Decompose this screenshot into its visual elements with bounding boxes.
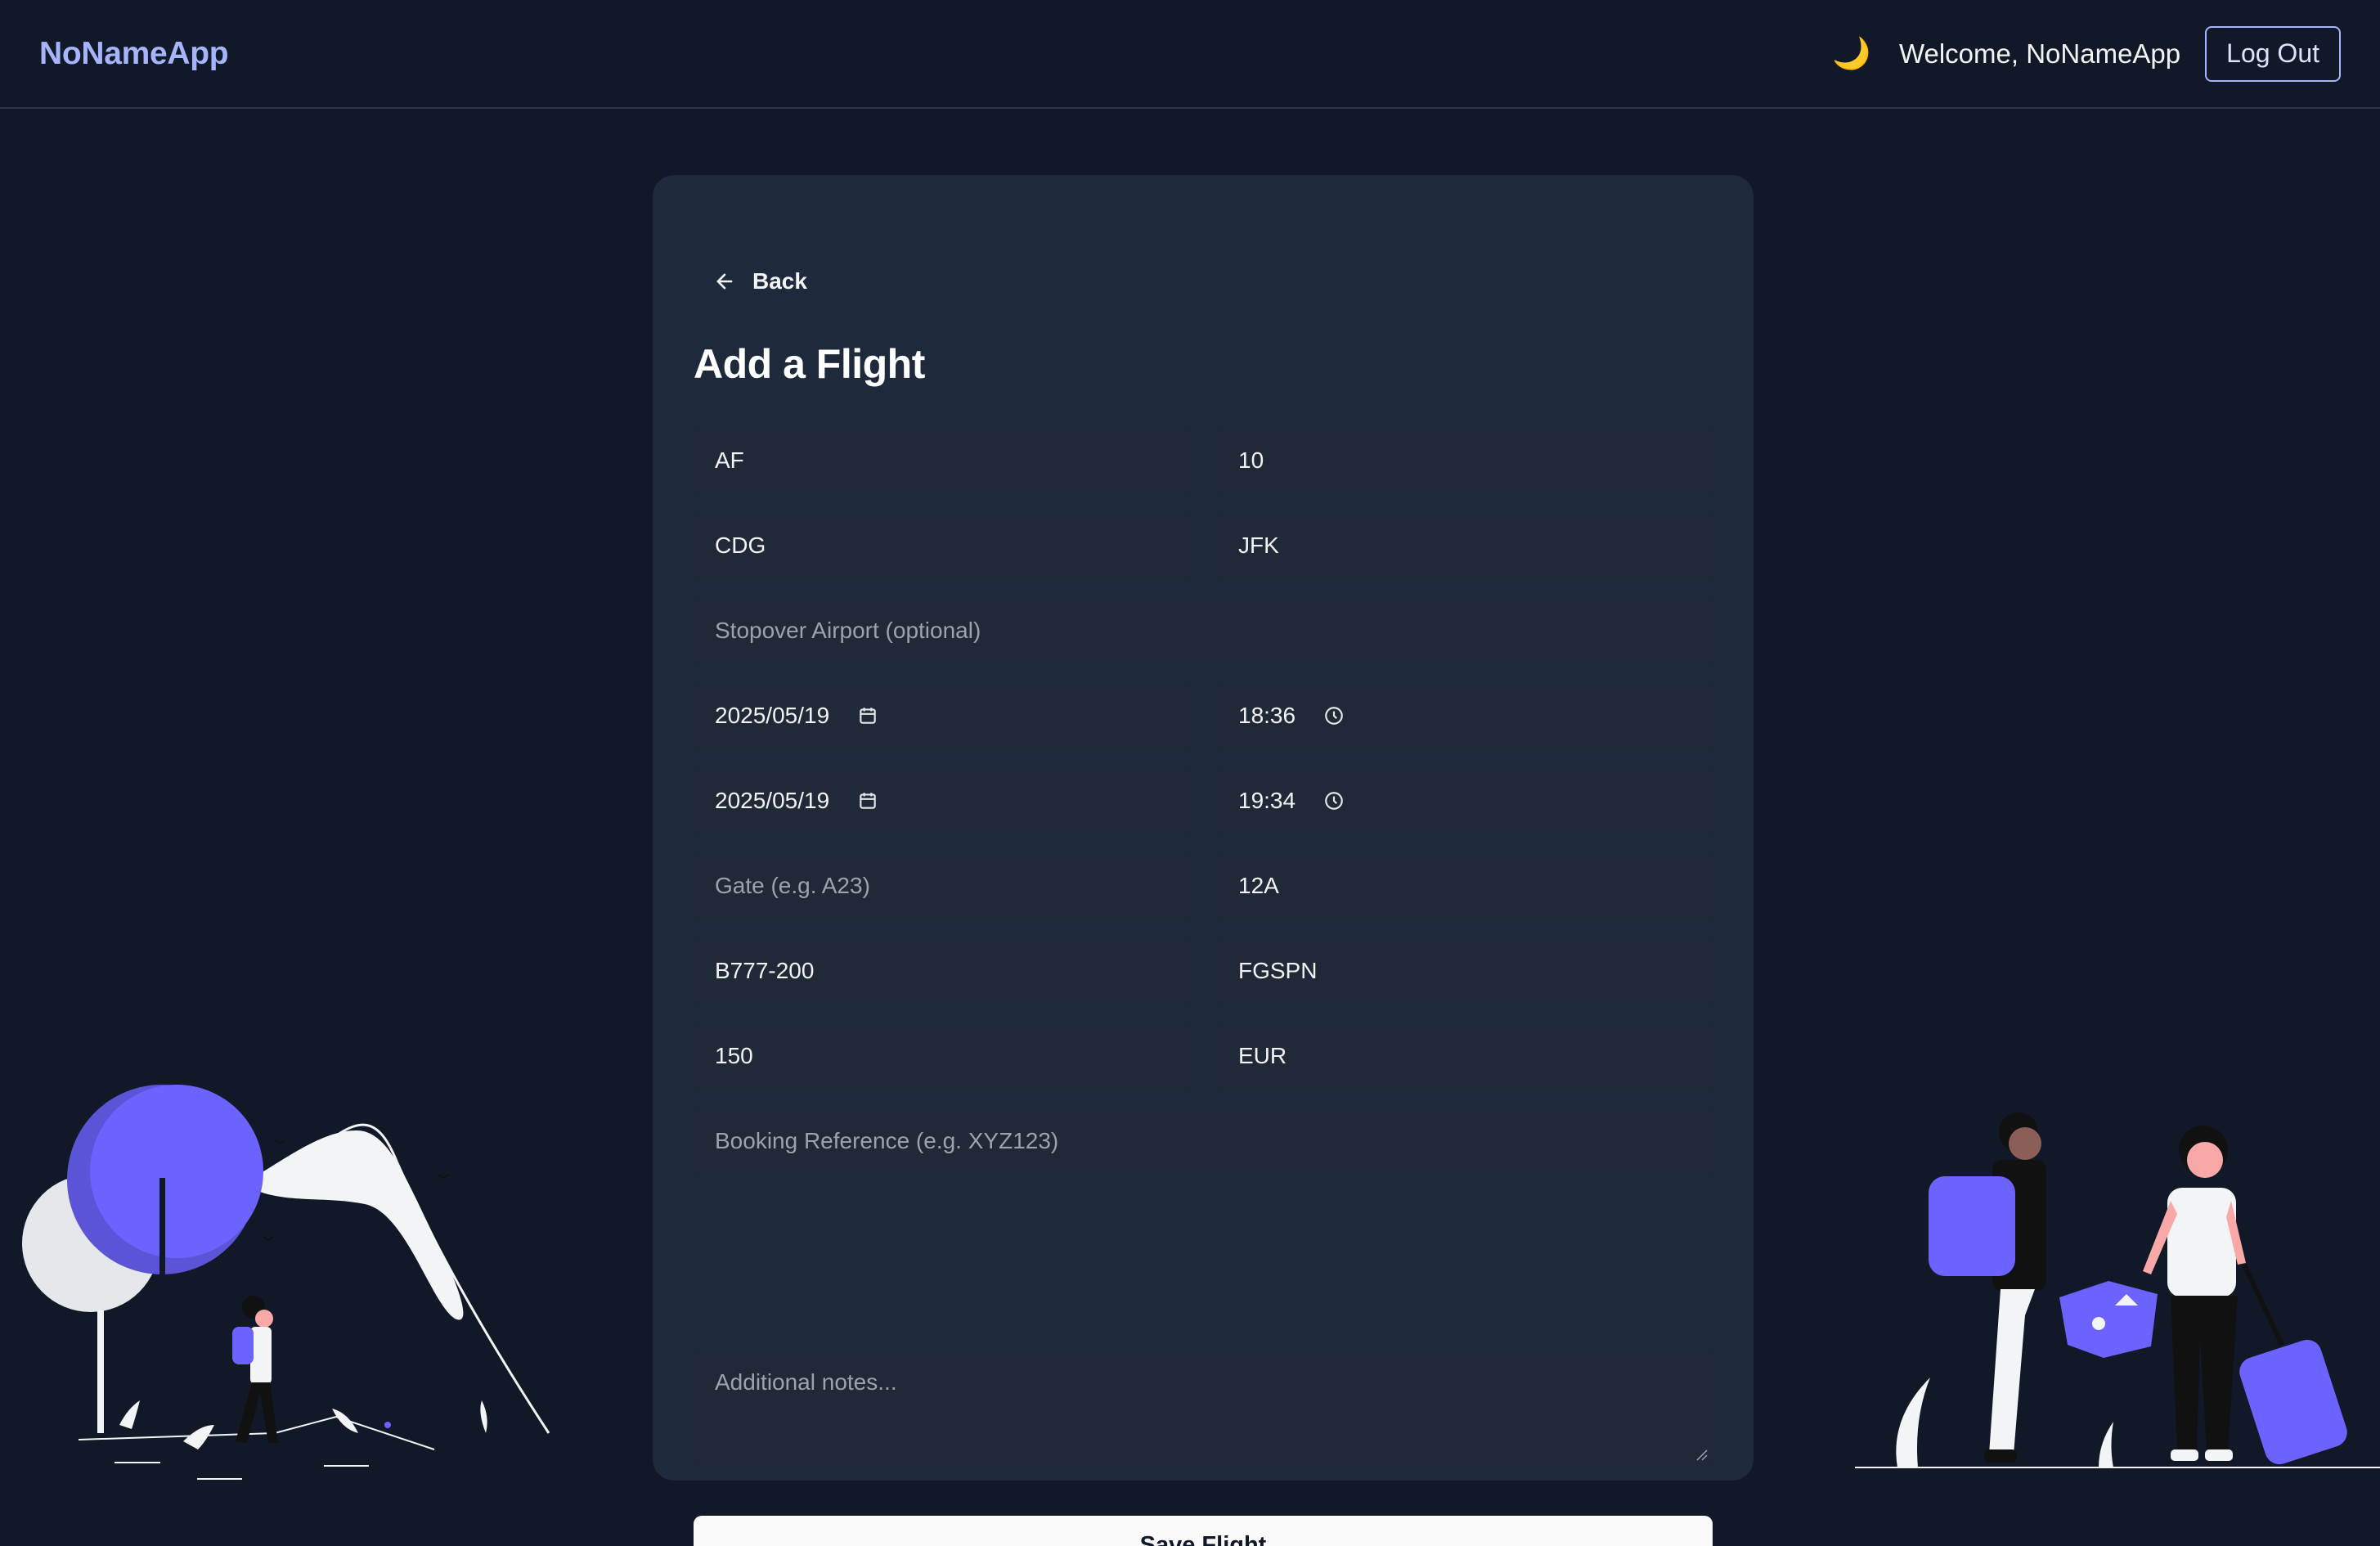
departure-airport-input[interactable]	[694, 512, 1189, 579]
woman-pants	[2171, 1296, 2238, 1453]
woman-shirt	[2167, 1188, 2236, 1297]
woman-shoe	[2205, 1449, 2233, 1461]
mountain-shape	[250, 1130, 464, 1320]
man-face	[2009, 1127, 2041, 1160]
save-flight-button[interactable]: Save Flight	[694, 1516, 1713, 1546]
clock-icon[interactable]	[1323, 790, 1345, 811]
woman-face	[2187, 1142, 2223, 1178]
arrow-left-icon	[716, 273, 733, 290]
aircraft-type-input[interactable]	[694, 937, 1189, 1004]
hiker-backpack	[232, 1327, 254, 1364]
arrival-time-input[interactable]: 19:34	[1217, 767, 1713, 834]
hiker-face	[255, 1310, 273, 1328]
woman-shoe	[2171, 1449, 2198, 1461]
bird-icon	[263, 1236, 274, 1242]
notes-textarea[interactable]	[694, 1351, 1713, 1466]
arrival-time-value: 19:34	[1238, 788, 1296, 813]
page-title: Add a Flight	[694, 341, 925, 387]
departure-time-input[interactable]: 18:36	[1217, 682, 1713, 749]
map-icon	[2059, 1281, 2158, 1358]
grass-icon	[1896, 1377, 1930, 1467]
dot-decoration	[384, 1422, 391, 1428]
booking-reference-input[interactable]	[694, 1108, 1713, 1175]
hiker-mountain-illustration	[22, 1085, 550, 1480]
price-input[interactable]	[694, 1022, 1189, 1090]
moon-icon[interactable]: 🌙	[1832, 36, 1870, 72]
resize-handle-icon[interactable]	[1695, 1448, 1708, 1461]
gate-input[interactable]	[694, 852, 1189, 919]
grey-tree-trunk	[97, 1310, 104, 1433]
travelers-illustration	[1855, 1112, 2380, 1468]
map-pin-icon	[2092, 1317, 2105, 1330]
flight-number-input[interactable]	[1217, 427, 1713, 494]
stopover-airport-input[interactable]	[694, 597, 1713, 664]
top-navbar: NoNameApp 🌙 Welcome, NoNameApp Log Out	[0, 0, 2380, 109]
arrival-date-value: 2025/05/19	[715, 788, 830, 813]
bird-icon	[438, 1174, 449, 1180]
departure-date-input[interactable]: 2025/05/19	[694, 682, 1189, 749]
back-link[interactable]: Back	[713, 268, 807, 294]
man-backpack	[1929, 1176, 2015, 1276]
calendar-icon[interactable]	[857, 790, 878, 811]
man-shoe	[1984, 1449, 2017, 1463]
purple-tree-trunk	[159, 1178, 165, 1431]
purple-tree-top	[90, 1085, 263, 1258]
calendar-icon[interactable]	[857, 705, 878, 726]
grass-icon	[119, 1400, 140, 1429]
add-flight-card: Back Add a Flight 2025/05/19 18:36 2025/…	[653, 175, 1754, 1546]
seat-input[interactable]	[1217, 852, 1713, 919]
airline-input[interactable]	[694, 427, 1189, 494]
grass-icon	[2099, 1422, 2113, 1467]
grass-icon	[480, 1400, 487, 1433]
currency-input[interactable]	[1217, 1022, 1713, 1090]
registration-input[interactable]	[1217, 937, 1713, 1004]
logout-button[interactable]: Log Out	[2205, 25, 2341, 82]
arrival-date-input[interactable]: 2025/05/19	[694, 767, 1189, 834]
brand-logo[interactable]: NoNameApp	[39, 36, 229, 72]
grass-icon	[183, 1425, 214, 1449]
clock-icon[interactable]	[1323, 705, 1345, 726]
suitcase-handle	[2242, 1263, 2284, 1346]
departure-time-value: 18:36	[1238, 703, 1296, 728]
arrival-airport-input[interactable]	[1217, 512, 1713, 579]
grass-icon	[332, 1409, 358, 1433]
navbar-actions: 🌙 Welcome, NoNameApp Log Out	[1832, 25, 2341, 82]
welcome-text: Welcome, NoNameApp	[1898, 38, 2181, 69]
bird-icon	[274, 1139, 285, 1145]
departure-date-value: 2025/05/19	[715, 703, 830, 728]
suitcase-icon	[2239, 1339, 2347, 1465]
back-label: Back	[752, 268, 807, 294]
man-pants	[1989, 1289, 2035, 1454]
